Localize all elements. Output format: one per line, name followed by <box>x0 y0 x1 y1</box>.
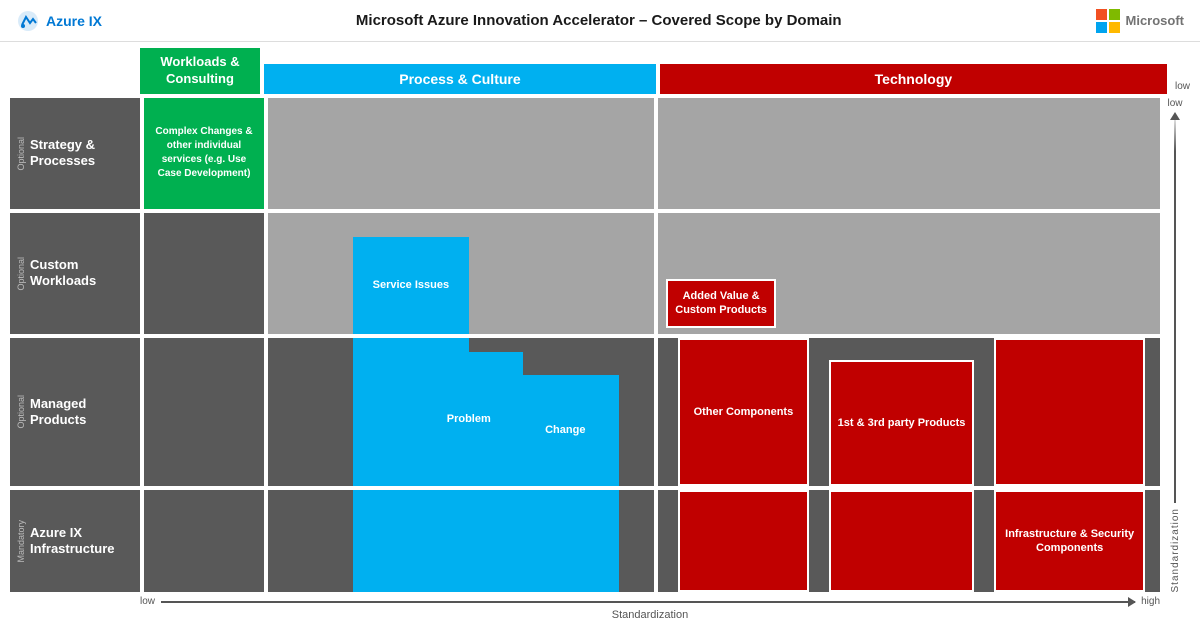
cell-workloads-custom <box>144 213 264 334</box>
side-axis: low Standardization <box>1160 98 1190 592</box>
cell-workloads-strategy: Complex Changes & other individual servi… <box>144 98 264 209</box>
tag-infra: Mandatory <box>16 520 26 563</box>
ms-grid-green <box>1109 9 1120 20</box>
standardization-label-bottom: Standardization <box>140 609 1160 621</box>
1st-3rd-label: 1st & 3rd party Products <box>838 416 966 430</box>
grid-content: Optional Strategy & Processes Complex Ch… <box>10 98 1160 592</box>
bottom-axis-row: low high <box>140 596 1160 607</box>
cell-process-managed: Problem Change <box>268 338 654 486</box>
bar-other-bottom <box>678 490 808 592</box>
microsoft-grid-icon <box>1096 9 1120 33</box>
cell-tech-custom: Added Value & Custom Products <box>658 213 1160 334</box>
name-custom: Custom Workloads <box>30 257 134 290</box>
workloads-green-text: Complex Changes & other individual servi… <box>150 125 258 181</box>
tag-strategy: Optional <box>16 137 26 171</box>
chart-area: Workloads & Consulting Process & Culture… <box>0 42 1200 631</box>
problem-label: Problem <box>447 412 491 426</box>
standardization-label-vertical: Standardization <box>1170 508 1181 593</box>
row-label-strategy: Optional Strategy & Processes <box>10 98 140 209</box>
bar-problem-bottom <box>415 490 523 592</box>
page-wrapper: Azure IX Microsoft Azure Innovation Acce… <box>0 0 1200 631</box>
row-managed: Optional Managed Products Problem <box>10 338 1160 486</box>
col-header-workloads: Workloads & Consulting <box>140 48 260 94</box>
cell-tech-strategy <box>658 98 1160 209</box>
other-components-label: Other Components <box>694 405 794 419</box>
azure-ix-icon <box>16 9 40 33</box>
tag-custom: Optional <box>16 257 26 291</box>
bar-other-components: Other Components <box>678 338 808 486</box>
side-low-label: low <box>1167 98 1182 109</box>
bar-change-bottom <box>511 490 619 592</box>
tag-managed: Optional <box>16 395 26 429</box>
header: Azure IX Microsoft Azure Innovation Acce… <box>0 0 1200 42</box>
service-issues-label: Service Issues <box>373 278 449 292</box>
header-logo: Azure IX <box>16 9 102 33</box>
bar-added-value: Added Value & Custom Products <box>666 279 776 328</box>
row-infra: Mandatory Azure IX Infrastructure <box>10 490 1160 592</box>
cell-process-custom: Service Issues <box>268 213 654 334</box>
bar-infra-sec-upper <box>994 338 1145 486</box>
bottom-low-label: low <box>140 596 155 607</box>
bar-1st3rd-bottom <box>829 490 975 592</box>
col-header-process: Process & Culture <box>264 64 656 94</box>
col-header-technology: Technology <box>660 64 1167 94</box>
side-axis-line <box>1174 112 1176 503</box>
bottom-axis-line <box>161 601 1135 603</box>
arrow-up-icon <box>1170 112 1180 120</box>
row-label-custom: Optional Custom Workloads <box>10 213 140 334</box>
name-strategy: Strategy & Processes <box>30 137 134 170</box>
row-label-managed: Optional Managed Products <box>10 338 140 486</box>
cell-workloads-managed <box>144 338 264 486</box>
infra-sec-label: Infrastructure & Security Components <box>996 527 1143 556</box>
microsoft-label: Microsoft <box>1126 13 1185 28</box>
name-infra: Azure IX Infrastructure <box>30 525 134 558</box>
ms-logo: Microsoft <box>1096 9 1185 33</box>
cell-process-infra <box>268 490 654 592</box>
bottom-high-label: high <box>1141 596 1160 607</box>
low-label-top: low <box>1175 81 1190 94</box>
row-strategy: Optional Strategy & Processes Complex Ch… <box>10 98 1160 209</box>
cell-workloads-infra <box>144 490 264 592</box>
ms-grid-blue <box>1096 22 1107 33</box>
bar-change: Change <box>511 375 619 486</box>
logo-text: Azure IX <box>46 13 102 29</box>
bar-infra-sec-bottom: Infrastructure & Security Components <box>994 490 1145 592</box>
added-value-label: Added Value & Custom Products <box>674 289 768 318</box>
bottom-axis-area: low high Standardization <box>140 596 1160 621</box>
change-label: Change <box>545 423 585 437</box>
name-managed: Managed Products <box>30 396 134 429</box>
cell-tech-managed: Other Components 1st & 3rd party Product… <box>658 338 1160 486</box>
row-label-infra: Mandatory Azure IX Infrastructure <box>10 490 140 592</box>
row-custom: Optional Custom Workloads Service Issues <box>10 213 1160 334</box>
ms-grid-yellow <box>1109 22 1120 33</box>
page-title: Microsoft Azure Innovation Accelerator –… <box>356 12 842 29</box>
bar-problem: Problem <box>415 352 523 486</box>
cell-tech-infra: Infrastructure & Security Components <box>658 490 1160 592</box>
bar-service-issues: Service Issues <box>353 237 469 333</box>
ms-grid-red <box>1096 9 1107 20</box>
cell-process-strategy <box>268 98 654 209</box>
bar-1st-3rd: 1st & 3rd party Products <box>829 360 975 486</box>
arrow-right-icon <box>1128 597 1136 607</box>
